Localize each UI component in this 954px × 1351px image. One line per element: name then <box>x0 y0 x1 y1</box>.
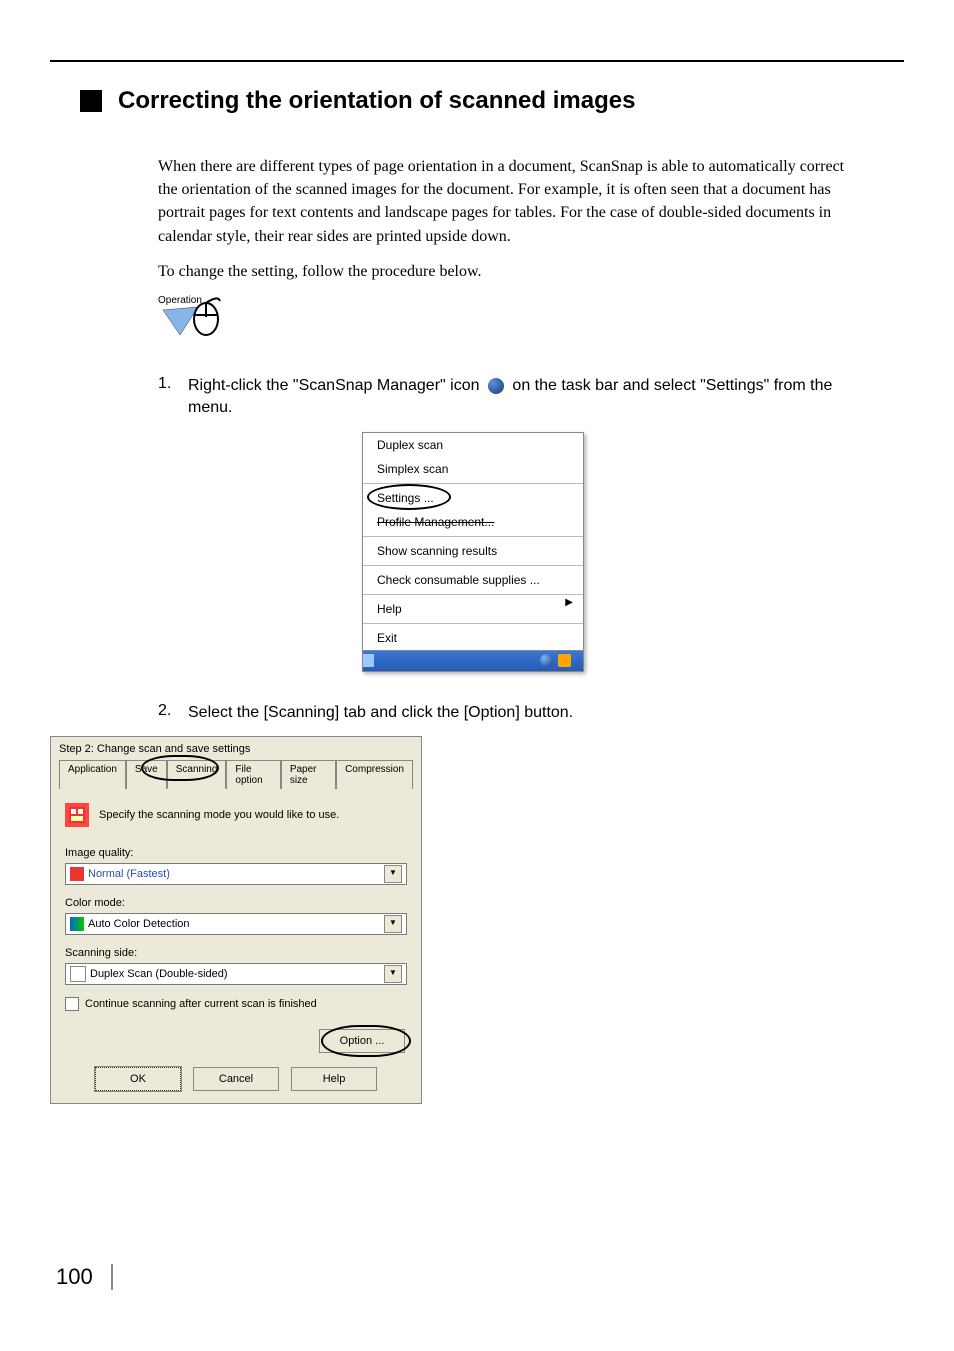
scanning-side-value: Duplex Scan (Double-sided) <box>90 968 228 980</box>
color-mode-label: Color mode: <box>65 897 407 909</box>
image-quality-icon <box>70 867 84 881</box>
dropdown-arrow-icon[interactable]: ▼ <box>384 965 402 983</box>
tab-paper-size[interactable]: Paper size <box>281 760 336 789</box>
scanning-side-select[interactable]: Duplex Scan (Double-sided) ▼ <box>65 963 407 985</box>
tab-file-option[interactable]: File option <box>226 760 280 789</box>
intro-paragraph-2: To change the setting, follow the proced… <box>158 260 864 283</box>
tab-compression[interactable]: Compression <box>336 760 413 789</box>
menu-duplex-scan[interactable]: Duplex scan <box>363 433 583 457</box>
section-heading: Correcting the orientation of scanned im… <box>118 87 635 115</box>
step-2-text: Select the [Scanning] tab and click the … <box>188 702 864 724</box>
menu-exit[interactable]: Exit <box>363 626 583 650</box>
continue-scanning-label: Continue scanning after current scan is … <box>85 998 317 1010</box>
tray-icon[interactable] <box>558 654 571 667</box>
scansnap-tray-icon <box>488 378 504 394</box>
submenu-arrow-icon: ▶ <box>565 597 573 608</box>
operation-icon: Operation <box>158 295 228 345</box>
color-mode-value: Auto Color Detection <box>88 918 190 930</box>
scanning-side-label: Scanning side: <box>65 947 407 959</box>
step-number-2: 2. <box>158 702 188 724</box>
tab-save[interactable]: Save <box>126 760 167 789</box>
menu-profile-management[interactable]: Profile Management... <box>363 510 583 534</box>
option-button[interactable]: Option ... <box>319 1029 405 1053</box>
menu-check-consumable-supplies[interactable]: Check consumable supplies ... <box>363 568 583 592</box>
menu-show-scanning-results[interactable]: Show scanning results <box>363 539 583 563</box>
menu-help[interactable]: Help ▶ <box>363 597 583 621</box>
context-menu: Duplex scan Simplex scan Settings ... Pr… <box>362 432 584 672</box>
cancel-button[interactable]: Cancel <box>193 1067 279 1091</box>
scan-mode-icon <box>65 803 89 827</box>
image-quality-select[interactable]: Normal (Fastest) ▼ <box>65 863 407 885</box>
step-number-1: 1. <box>158 375 188 420</box>
color-mode-icon <box>70 917 84 931</box>
tab-application[interactable]: Application <box>59 760 126 789</box>
tab-scanning[interactable]: Scanning <box>167 760 227 789</box>
taskbar-corner <box>363 650 583 671</box>
tray-scansnap-icon[interactable] <box>540 654 553 667</box>
menu-help-label: Help <box>377 602 402 616</box>
continue-scanning-checkbox[interactable] <box>65 997 79 1011</box>
menu-simplex-scan[interactable]: Simplex scan <box>363 457 583 481</box>
intro-paragraph: When there are different types of page o… <box>158 155 864 248</box>
ok-button[interactable]: OK <box>95 1067 181 1091</box>
menu-settings[interactable]: Settings ... <box>363 486 583 510</box>
image-quality-value: Normal (Fastest) <box>88 868 170 880</box>
page-number-divider <box>111 1264 113 1290</box>
horizontal-rule <box>50 60 904 62</box>
step-1-text: Right-click the "ScanSnap Manager" icon … <box>188 375 864 420</box>
color-mode-select[interactable]: Auto Color Detection ▼ <box>65 913 407 935</box>
image-quality-label: Image quality: <box>65 847 407 859</box>
scan-mode-note: Specify the scanning mode you would like… <box>99 809 339 821</box>
dialog-step-label: Step 2: Change scan and save settings <box>59 743 413 755</box>
dropdown-arrow-icon[interactable]: ▼ <box>384 865 402 883</box>
dropdown-arrow-icon[interactable]: ▼ <box>384 915 402 933</box>
step-1-text-a: Right-click the "ScanSnap Manager" icon <box>188 377 480 394</box>
help-button[interactable]: Help <box>291 1067 377 1091</box>
section-bullet-icon <box>80 90 102 112</box>
settings-dialog: Step 2: Change scan and save settings Ap… <box>50 736 422 1104</box>
taskbar-chevron-icon[interactable] <box>363 654 374 667</box>
page-number: 100 <box>56 1264 93 1290</box>
scanning-side-icon <box>70 966 86 982</box>
